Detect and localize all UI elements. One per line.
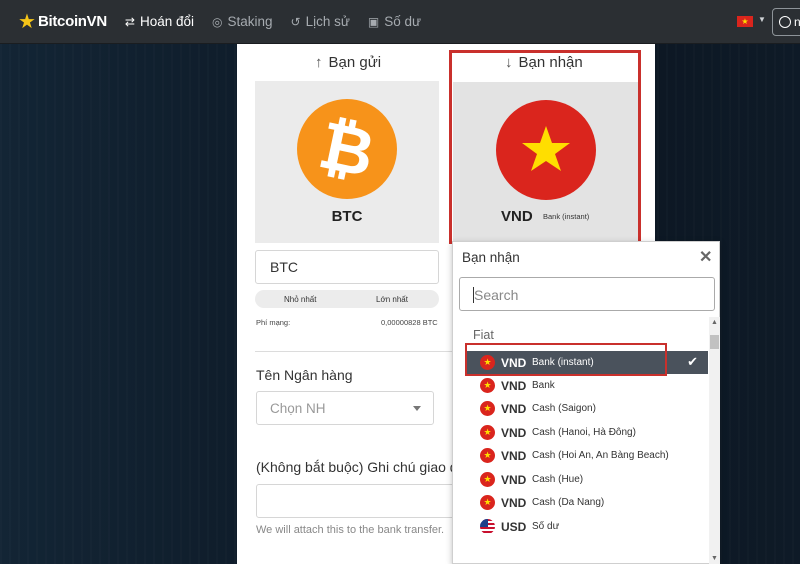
note-label: (Không bắt buộc) Ghi chú giao dịch [256,459,456,475]
chevron-down-icon[interactable]: ▼ [758,15,766,24]
send-currency-card[interactable]: ₿ BTC [255,81,439,243]
currency-method: Cash (Hue) [532,474,584,485]
currency-code: USD [501,519,527,534]
note-input[interactable] [256,484,456,518]
user-menu-button[interactable]: n [772,8,800,36]
nav-item-exchange[interactable]: ⇄ Hoán đổi [125,14,194,29]
arrow-down-icon: ↓ [505,54,513,71]
top-navbar: ★ BitcoinVN ⇄ Hoán đổi ◎ Staking ↺ Lịch … [0,0,800,44]
exchange-icon: ⇄ [124,14,135,29]
bank-select[interactable]: Chọn NH [256,391,434,425]
min-button[interactable]: Nhỏ nhất [284,295,316,304]
check-icon: ✔ [687,354,698,369]
star-logo-icon: ★ [18,10,36,33]
currency-method: Bank (instant) [532,357,594,368]
min-max-bar: Nhỏ nhất Lớn nhất [255,290,439,308]
currency-code: VND [501,425,527,440]
fee-value: 0,00000828 BTC [381,318,438,327]
receive-currency-code: VND [501,208,533,225]
max-button[interactable]: Lớn nhất [376,295,408,304]
currency-method: Cash (Hoi An, An Bàng Beach) [532,450,669,461]
text-cursor [473,287,474,303]
dropdown-title: Bạn nhận [462,250,520,265]
vietnam-flag-icon: ★ [480,355,495,370]
currency-code: VND [501,495,527,510]
list-item[interactable]: USD Số dư [465,515,708,538]
currency-method: Số dư [532,521,560,532]
bank-name-label: Tên Ngân hàng [256,367,353,383]
nav-item-label: Số dư [384,14,422,29]
brand-name: BitcoinVN [37,13,107,30]
send-amount-input[interactable]: BTC [255,250,439,284]
nav-item-staking[interactable]: ◎ Staking [212,14,273,29]
nav-item-label: Staking [227,14,273,29]
currency-code: VND [501,401,527,416]
coins-icon: ◎ [212,14,223,29]
vietnam-flag-icon: ★ [480,378,495,393]
currency-code: VND [501,448,527,463]
vietnam-flag-icon: ★ [480,401,495,416]
list-item[interactable]: ★ VND Cash (Da Nang) [465,491,708,514]
currency-method: Cash (Saigon) [532,403,596,414]
vietnam-flag-icon: ★ [480,448,495,463]
currency-list: Fiat ★ VND Bank (instant) ✔ ★ VND Bank ★… [453,317,709,564]
currency-code: VND [501,355,527,370]
nav-item-history[interactable]: ↺ Lịch sử [291,14,350,29]
currency-method: Cash (Hanoi, Hà Đông) [532,427,636,438]
scrollbar-thumb[interactable] [710,335,719,349]
search-placeholder: Search [474,287,519,303]
usa-flag-icon [480,519,495,534]
receive-currency-card[interactable]: VND Bank (instant) [453,82,639,242]
nav-item-label: Lịch sử [305,14,350,29]
group-label: Fiat [473,328,494,342]
bitcoin-icon: ₿ [297,99,397,199]
history-icon: ↺ [290,14,301,29]
arrow-up-icon: ↑ [315,54,323,71]
list-item[interactable]: ★ VND Bank (instant) ✔ [465,351,708,374]
dropdown-scrollbar[interactable]: ▲ ▼ [709,317,720,564]
nav-item-balance[interactable]: ▣ Số dư [368,14,421,29]
search-input[interactable]: Search [459,277,715,311]
user-initial: n [794,15,800,29]
receive-currency-dropdown: Bạn nhận ✕ Search Fiat ★ VND Bank (insta… [452,241,720,564]
send-currency-code: BTC [331,208,363,225]
vietnam-flag-icon: ★ [480,472,495,487]
receive-method: Bank (instant) [543,212,590,221]
scroll-down-icon[interactable]: ▼ [711,555,718,562]
receive-header-label: Bạn nhận [518,54,583,71]
vietnam-flag-icon: ★ [480,425,495,440]
list-item[interactable]: ★ VND Cash (Hoi An, An Bàng Beach) [465,444,708,467]
send-header-label: Bạn gửi [328,54,382,71]
close-icon[interactable]: ✕ [699,247,712,267]
vietnam-flag-icon [496,100,596,200]
currency-method: Bank [532,380,555,391]
caret-down-icon [413,406,421,411]
scroll-up-icon[interactable]: ▲ [711,319,718,326]
list-item[interactable]: ★ VND Bank [465,374,708,397]
list-item[interactable]: ★ VND Cash (Saigon) [465,397,708,420]
send-header: ↑ Bạn gửi [315,54,381,71]
nav-item-label: Hoán đổi [139,14,195,29]
list-item[interactable]: ★ VND Cash (Hue) [465,468,708,491]
brand-logo[interactable]: ★ BitcoinVN [18,12,107,32]
language-flag-icon[interactable]: ★ [737,16,753,27]
currency-code: VND [501,472,527,487]
receive-header: ↓ Bạn nhận [505,54,583,71]
currency-method: Cash (Da Nang) [532,497,605,508]
list-item[interactable]: ★ VND Cash (Hanoi, Hà Đông) [465,421,708,444]
user-icon [779,16,791,28]
currency-code: VND [501,378,527,393]
fee-label: Phí mạng: [256,318,291,327]
note-hint: We will attach this to the bank transfer… [256,524,445,536]
wallet-icon: ▣ [367,14,380,29]
bank-select-placeholder: Chọn NH [270,401,326,416]
vietnam-flag-icon: ★ [480,495,495,510]
